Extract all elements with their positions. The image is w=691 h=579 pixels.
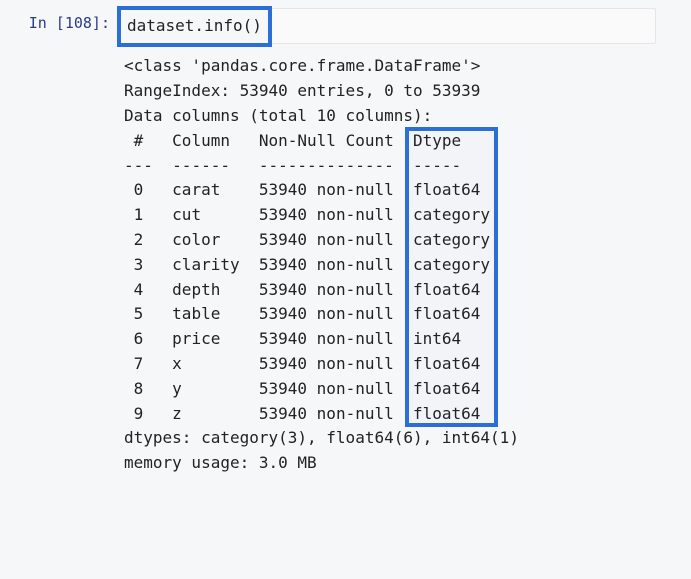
row2-nonnull: 53940 non-null bbox=[259, 230, 394, 249]
notebook-cell: In [108]: dataset.info() <class 'pandas.… bbox=[0, 0, 691, 476]
row7-nonnull: 53940 non-null bbox=[259, 354, 394, 373]
row1-column: cut bbox=[172, 205, 239, 224]
row6-dtype: int64 bbox=[413, 329, 490, 348]
col-sep-idx: --- bbox=[124, 156, 153, 175]
row6-nonnull: 53940 non-null bbox=[259, 329, 394, 348]
row8-idx: 8 bbox=[124, 379, 153, 398]
col-sep-column: ------ bbox=[172, 156, 239, 175]
row9-dtype: float64 bbox=[413, 404, 490, 423]
col-header-nonnull: Non-Null Count bbox=[259, 131, 394, 150]
row5-dtype: float64 bbox=[413, 304, 490, 323]
row4-idx: 4 bbox=[124, 280, 153, 299]
row2-idx: 2 bbox=[124, 230, 153, 249]
row5-idx: 5 bbox=[124, 304, 153, 323]
row4-nonnull: 53940 non-null bbox=[259, 280, 394, 299]
prompt-label: In [108]: bbox=[29, 14, 110, 32]
code-input[interactable]: dataset.info() bbox=[118, 8, 656, 44]
row8-column: y bbox=[172, 379, 239, 398]
row5-nonnull: 53940 non-null bbox=[259, 304, 394, 323]
row8-dtype: float64 bbox=[413, 379, 490, 398]
out-range-index: RangeIndex: 53940 entries, 0 to 53939 bbox=[124, 81, 480, 100]
row2-column: color bbox=[172, 230, 239, 249]
row3-idx: 3 bbox=[124, 255, 153, 274]
out-dtypes-summary: dtypes: category(3), float64(6), int64(1… bbox=[124, 428, 519, 447]
row3-column: clarity bbox=[172, 255, 239, 274]
out-memory-usage: memory usage: 3.0 MB bbox=[124, 453, 317, 472]
row7-idx: 7 bbox=[124, 354, 153, 373]
row0-dtype: float64 bbox=[413, 180, 490, 199]
row3-nonnull: 53940 non-null bbox=[259, 255, 394, 274]
row7-column: x bbox=[172, 354, 239, 373]
row9-idx: 9 bbox=[124, 404, 153, 423]
row9-column: z bbox=[172, 404, 239, 423]
row7-dtype: float64 bbox=[413, 354, 490, 373]
row4-dtype: float64 bbox=[413, 280, 490, 299]
output-area: <class 'pandas.core.frame.DataFrame'> Ra… bbox=[118, 44, 691, 476]
row0-column: carat bbox=[172, 180, 239, 199]
row0-idx: 0 bbox=[124, 180, 153, 199]
col-sep-dtype: ----- bbox=[413, 156, 490, 175]
out-class-line: <class 'pandas.core.frame.DataFrame'> bbox=[124, 56, 480, 75]
row9-nonnull: 53940 non-null bbox=[259, 404, 394, 423]
row3-dtype: category bbox=[413, 255, 490, 274]
col-header-dtype: Dtype bbox=[413, 131, 490, 150]
row8-nonnull: 53940 non-null bbox=[259, 379, 394, 398]
code-source: dataset.info() bbox=[127, 16, 262, 35]
row4-column: depth bbox=[172, 280, 239, 299]
row1-nonnull: 53940 non-null bbox=[259, 205, 394, 224]
col-header-column: Column bbox=[172, 131, 239, 150]
row2-dtype: category bbox=[413, 230, 490, 249]
out-data-columns-header: Data columns (total 10 columns): bbox=[124, 106, 432, 125]
row1-idx: 1 bbox=[124, 205, 153, 224]
row5-column: table bbox=[172, 304, 239, 323]
row6-column: price bbox=[172, 329, 239, 348]
input-prompt: In [108]: bbox=[0, 8, 118, 32]
row0-nonnull: 53940 non-null bbox=[259, 180, 394, 199]
col-header-idx: # bbox=[124, 131, 153, 150]
row1-dtype: category bbox=[413, 205, 490, 224]
col-sep-nonnull: -------------- bbox=[259, 156, 394, 175]
row6-idx: 6 bbox=[124, 329, 153, 348]
